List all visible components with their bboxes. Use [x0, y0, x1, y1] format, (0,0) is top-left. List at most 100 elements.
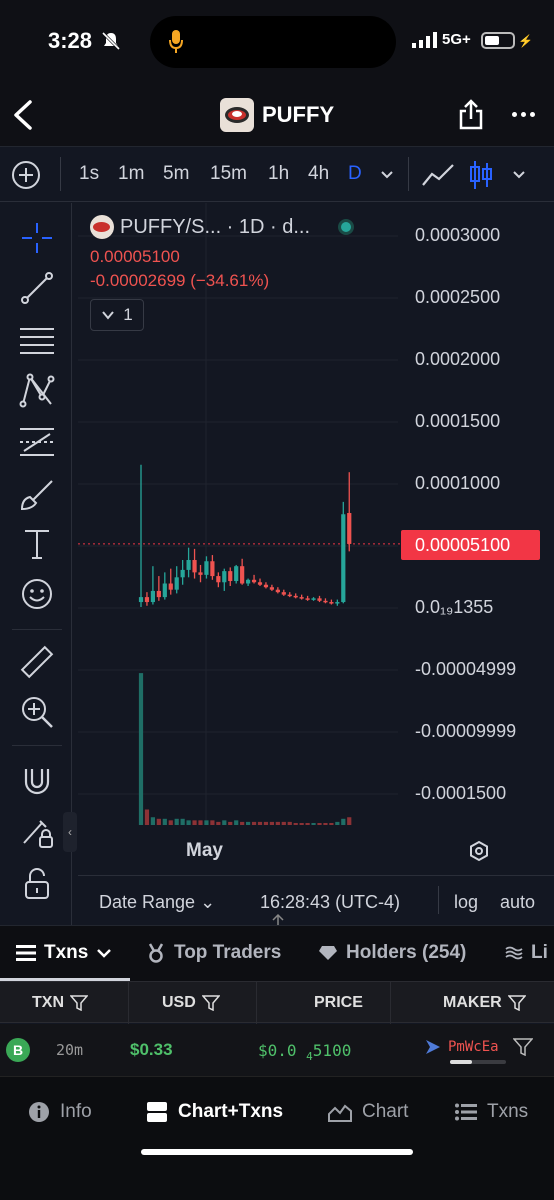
share-icon[interactable] [458, 97, 484, 131]
candle-body [329, 602, 334, 604]
filter-icon[interactable] [507, 995, 526, 1011]
txn-price-zeros: 4 [306, 1050, 313, 1064]
back-icon[interactable] [10, 98, 36, 132]
interval-1h[interactable]: 1h [268, 163, 289, 185]
column-divider [128, 982, 129, 1024]
candle-body [216, 576, 221, 583]
legend-price: 0.00005100 [90, 247, 180, 266]
volume-bar [251, 821, 257, 825]
more-options-icon[interactable] [512, 112, 535, 117]
tab-top-traders-label: Top Traders [174, 942, 282, 963]
chevron-down-icon[interactable] [380, 167, 394, 181]
battery-icon [481, 32, 515, 49]
trend-line-icon[interactable] [18, 269, 56, 307]
collapse-sidebar-handle[interactable]: ‹ [63, 812, 77, 852]
maker-address[interactable]: PmWcEa [448, 1039, 499, 1055]
filter-icon[interactable] [201, 995, 220, 1011]
x-tick-label: May [186, 840, 223, 861]
sidebar-divider [12, 629, 62, 630]
tab-top-traders[interactable]: Top Traders [146, 942, 281, 964]
date-range-button[interactable]: Date Range ⌄ [99, 892, 215, 913]
table-row[interactable]: B 20m $0.33 $0.0 45100 PmWcEa [0, 1024, 554, 1076]
column-price[interactable]: PRICE [314, 994, 363, 1012]
text-tool-icon[interactable] [18, 525, 56, 563]
candle-body [234, 566, 239, 582]
candle-body [275, 589, 280, 593]
log-scale-toggle[interactable]: log [454, 892, 478, 913]
nav-txns[interactable]: Txns [455, 1101, 528, 1123]
token-avatar [220, 98, 254, 132]
fib-retracement-icon[interactable] [18, 321, 56, 359]
y-tick-label: 0.0₁₉1355 [415, 597, 494, 617]
volume-bar [287, 821, 292, 825]
txn-usd: $0.33 [130, 1040, 173, 1059]
filter-icon[interactable] [70, 995, 88, 1011]
crosshair-icon[interactable] [18, 219, 56, 257]
interval-4h[interactable]: 4h [308, 163, 329, 185]
nav-chart[interactable]: Chart [328, 1101, 408, 1123]
brush-icon[interactable] [18, 475, 56, 513]
column-txn[interactable]: TXN [32, 994, 88, 1012]
candle-body [293, 595, 298, 598]
candle-body [192, 560, 197, 573]
candle-body [341, 514, 346, 603]
volume-bar [144, 809, 150, 825]
ruler-icon[interactable] [18, 643, 56, 681]
price-chart[interactable]: PUFFY/S... · 1D · d... 0.00005100 -0.000… [78, 203, 554, 925]
tab-txns[interactable]: Txns [16, 942, 112, 964]
token-name: PUFFY [262, 102, 335, 127]
volume-bar [317, 823, 322, 825]
txns-table-header: TXN USD PRICE MAKER [0, 981, 554, 1024]
lock-edit-icon[interactable] [18, 813, 56, 851]
chart-footer: Date Range ⌄ 16:28:43 (UTC-4) log auto [78, 875, 554, 925]
interval-1s[interactable]: 1s [79, 163, 99, 185]
y-tick-label: 0.0003000 [415, 225, 501, 245]
auto-scale-toggle[interactable]: auto [500, 892, 535, 913]
magnet-icon[interactable] [18, 761, 56, 799]
nav-chart-label: Chart [362, 1101, 409, 1122]
volume-bar [174, 818, 179, 825]
nav-chart-txns[interactable]: Chart+Txns [146, 1101, 283, 1123]
volume-bar [162, 818, 167, 825]
pattern-icon[interactable] [18, 371, 56, 409]
candle-body [281, 592, 286, 595]
volume-bar [299, 823, 304, 825]
candle-body [198, 572, 203, 575]
chart-toolbar: 1s 1m 5m 15m 1h 4h D [0, 146, 554, 202]
tab-liquidity[interactable]: Li [505, 942, 548, 964]
forecast-icon[interactable] [18, 423, 56, 461]
tab-holders[interactable]: Holders (254) [318, 942, 466, 964]
filter-icon[interactable] [512, 1038, 533, 1056]
volume-bar [269, 821, 274, 825]
interval-5m[interactable]: 5m [163, 163, 189, 185]
nav-chart-txns-label: Chart+Txns [178, 1101, 284, 1122]
interval-15m[interactable]: 15m [210, 163, 247, 185]
volume-bar [216, 821, 221, 825]
unlock-icon[interactable] [18, 865, 56, 903]
legend-symbol[interactable]: PUFFY/S... · 1D · d... [120, 216, 310, 239]
volume-bar [204, 820, 209, 825]
chart-settings-icon[interactable] [468, 840, 490, 862]
candle-body [251, 579, 257, 583]
tab-holders-label: Holders (254) [346, 942, 467, 963]
legend-token-avatar [90, 215, 114, 239]
volume-bar [275, 821, 280, 825]
indicators-toggle[interactable]: 1 [90, 299, 144, 331]
candle-body [287, 594, 292, 597]
home-indicator [141, 1149, 413, 1155]
interval-1m[interactable]: 1m [118, 163, 144, 185]
emoji-icon[interactable] [18, 575, 56, 613]
chevron-down-icon[interactable] [512, 167, 526, 181]
candles-icon[interactable] [468, 159, 494, 191]
add-indicator-icon[interactable] [12, 161, 40, 189]
maker-cell[interactable]: PmWcEa [424, 1038, 533, 1064]
clock-timezone[interactable]: 16:28:43 (UTC-4) [260, 892, 400, 913]
volume-bar [257, 821, 263, 825]
column-maker[interactable]: MAKER [443, 994, 526, 1012]
line-chart-icon[interactable] [420, 161, 456, 189]
zoom-in-icon[interactable] [18, 693, 56, 731]
nav-info[interactable]: Info [28, 1101, 92, 1123]
interval-d[interactable]: D [348, 163, 362, 185]
bell-muted-icon [101, 31, 121, 51]
column-usd[interactable]: USD [162, 994, 220, 1012]
